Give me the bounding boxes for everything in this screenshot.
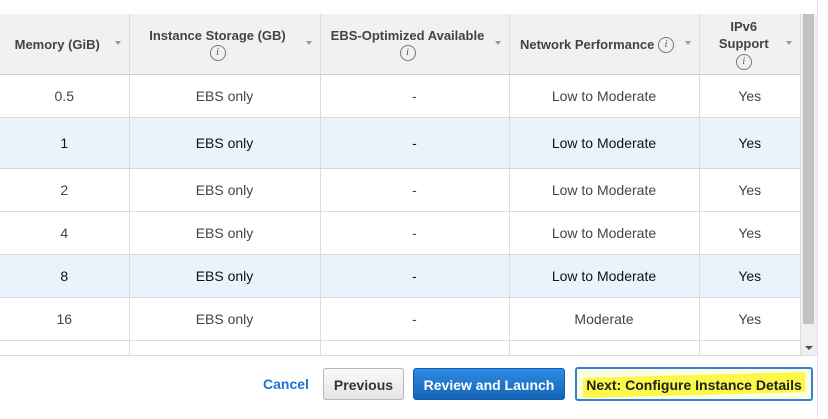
next-configure-instance-details-button[interactable]: Next: Configure Instance Details bbox=[575, 367, 813, 401]
cell-memory: 16 bbox=[0, 297, 130, 341]
cell-ipv6-support: Yes bbox=[699, 74, 800, 118]
cell-network-performance: Low to Moderate bbox=[509, 168, 700, 212]
cell-ebs-optimized: - bbox=[320, 74, 510, 118]
cell-instance-storage: EBS only bbox=[129, 297, 321, 341]
column-header-ebs-optimized[interactable]: EBS-Optimized Available i bbox=[320, 14, 510, 75]
cell-ebs-optimized bbox=[320, 340, 510, 355]
cancel-button[interactable]: Cancel bbox=[258, 368, 314, 400]
table-row[interactable]: 4 EBS only - Low to Moderate Yes bbox=[0, 211, 800, 255]
cell-ipv6-support bbox=[699, 340, 800, 355]
table-row[interactable]: 1 EBS only - Low to Moderate Yes bbox=[0, 117, 800, 169]
cell-memory bbox=[0, 340, 130, 355]
cell-ipv6-support: Yes bbox=[699, 117, 800, 169]
cell-ipv6-support: Yes bbox=[699, 168, 800, 212]
cell-network-performance: Low to Moderate bbox=[509, 211, 700, 255]
page-edge bbox=[817, 0, 828, 418]
info-icon[interactable]: i bbox=[735, 53, 752, 70]
cell-ipv6-support: Yes bbox=[699, 297, 800, 341]
column-header-network-performance[interactable]: Network Performance i bbox=[509, 14, 700, 75]
next-button-label: Next: Configure Instance Details bbox=[586, 377, 802, 393]
cell-network-performance: Low to Moderate bbox=[509, 254, 700, 298]
column-header-label: Memory (GiB) bbox=[14, 36, 100, 52]
column-header-ipv6-support[interactable]: IPv6 Support i bbox=[699, 14, 800, 75]
cell-memory: 1 bbox=[0, 117, 130, 169]
cell-instance-storage bbox=[129, 340, 321, 355]
table-row[interactable] bbox=[0, 340, 800, 355]
table-row[interactable]: 16 EBS only - Moderate Yes bbox=[0, 297, 800, 341]
table-top-strip bbox=[0, 0, 800, 15]
table-row[interactable]: 8 EBS only - Low to Moderate Yes bbox=[0, 254, 800, 298]
column-header-label: Instance Storage (GB) bbox=[149, 27, 286, 43]
cell-memory: 2 bbox=[0, 168, 130, 212]
info-icon[interactable]: i bbox=[209, 45, 226, 62]
column-header-label: EBS-Optimized Available bbox=[330, 27, 485, 43]
scroll-down-arrow-icon[interactable] bbox=[805, 346, 813, 350]
cell-ebs-optimized: - bbox=[320, 297, 510, 341]
scrollbar-thumb[interactable] bbox=[803, 14, 814, 324]
cell-network-performance: Low to Moderate bbox=[509, 117, 700, 169]
sort-caret-icon[interactable] bbox=[494, 41, 501, 45]
cell-network-performance: Low to Moderate bbox=[509, 74, 700, 118]
sort-caret-icon[interactable] bbox=[786, 41, 792, 45]
table-row[interactable]: 0.5 EBS only - Low to Moderate Yes bbox=[0, 74, 800, 118]
vertical-scrollbar[interactable] bbox=[800, 14, 817, 355]
cell-instance-storage: EBS only bbox=[129, 211, 321, 255]
cell-ebs-optimized: - bbox=[320, 168, 510, 212]
cell-ebs-optimized: - bbox=[320, 254, 510, 298]
cell-network-performance bbox=[509, 340, 700, 355]
column-header-instance-storage[interactable]: Instance Storage (GB) i bbox=[129, 14, 321, 75]
cell-memory: 4 bbox=[0, 211, 130, 255]
column-header-label: IPv6 Support bbox=[718, 19, 769, 52]
previous-button[interactable]: Previous bbox=[323, 368, 404, 400]
cell-instance-storage: EBS only bbox=[129, 74, 321, 118]
info-icon[interactable]: i bbox=[658, 36, 674, 53]
sort-caret-icon[interactable] bbox=[114, 41, 121, 45]
cell-ipv6-support: Yes bbox=[699, 254, 800, 298]
cell-memory: 8 bbox=[0, 254, 130, 298]
cell-instance-storage: EBS only bbox=[129, 117, 321, 169]
column-header-memory[interactable]: Memory (GiB) bbox=[0, 14, 130, 75]
sort-caret-icon[interactable] bbox=[305, 41, 312, 45]
cell-ipv6-support: Yes bbox=[699, 211, 800, 255]
cell-memory: 0.5 bbox=[0, 74, 130, 118]
table-header-row: Memory (GiB) Instance Storage (GB) i EBS… bbox=[0, 14, 800, 75]
wizard-footer: Cancel Previous Review and Launch Next: … bbox=[0, 355, 817, 419]
review-and-launch-button[interactable]: Review and Launch bbox=[413, 368, 565, 400]
instance-types-table: Memory (GiB) Instance Storage (GB) i EBS… bbox=[0, 14, 800, 355]
column-header-label: Network Performance bbox=[519, 37, 655, 53]
cell-ebs-optimized: - bbox=[320, 117, 510, 169]
sort-caret-icon[interactable] bbox=[684, 41, 691, 45]
table-row[interactable]: 2 EBS only - Low to Moderate Yes bbox=[0, 168, 800, 212]
cell-instance-storage: EBS only bbox=[129, 254, 321, 298]
info-icon[interactable]: i bbox=[399, 45, 416, 62]
cell-instance-storage: EBS only bbox=[129, 168, 321, 212]
cell-ebs-optimized: - bbox=[320, 211, 510, 255]
cell-network-performance: Moderate bbox=[509, 297, 700, 341]
